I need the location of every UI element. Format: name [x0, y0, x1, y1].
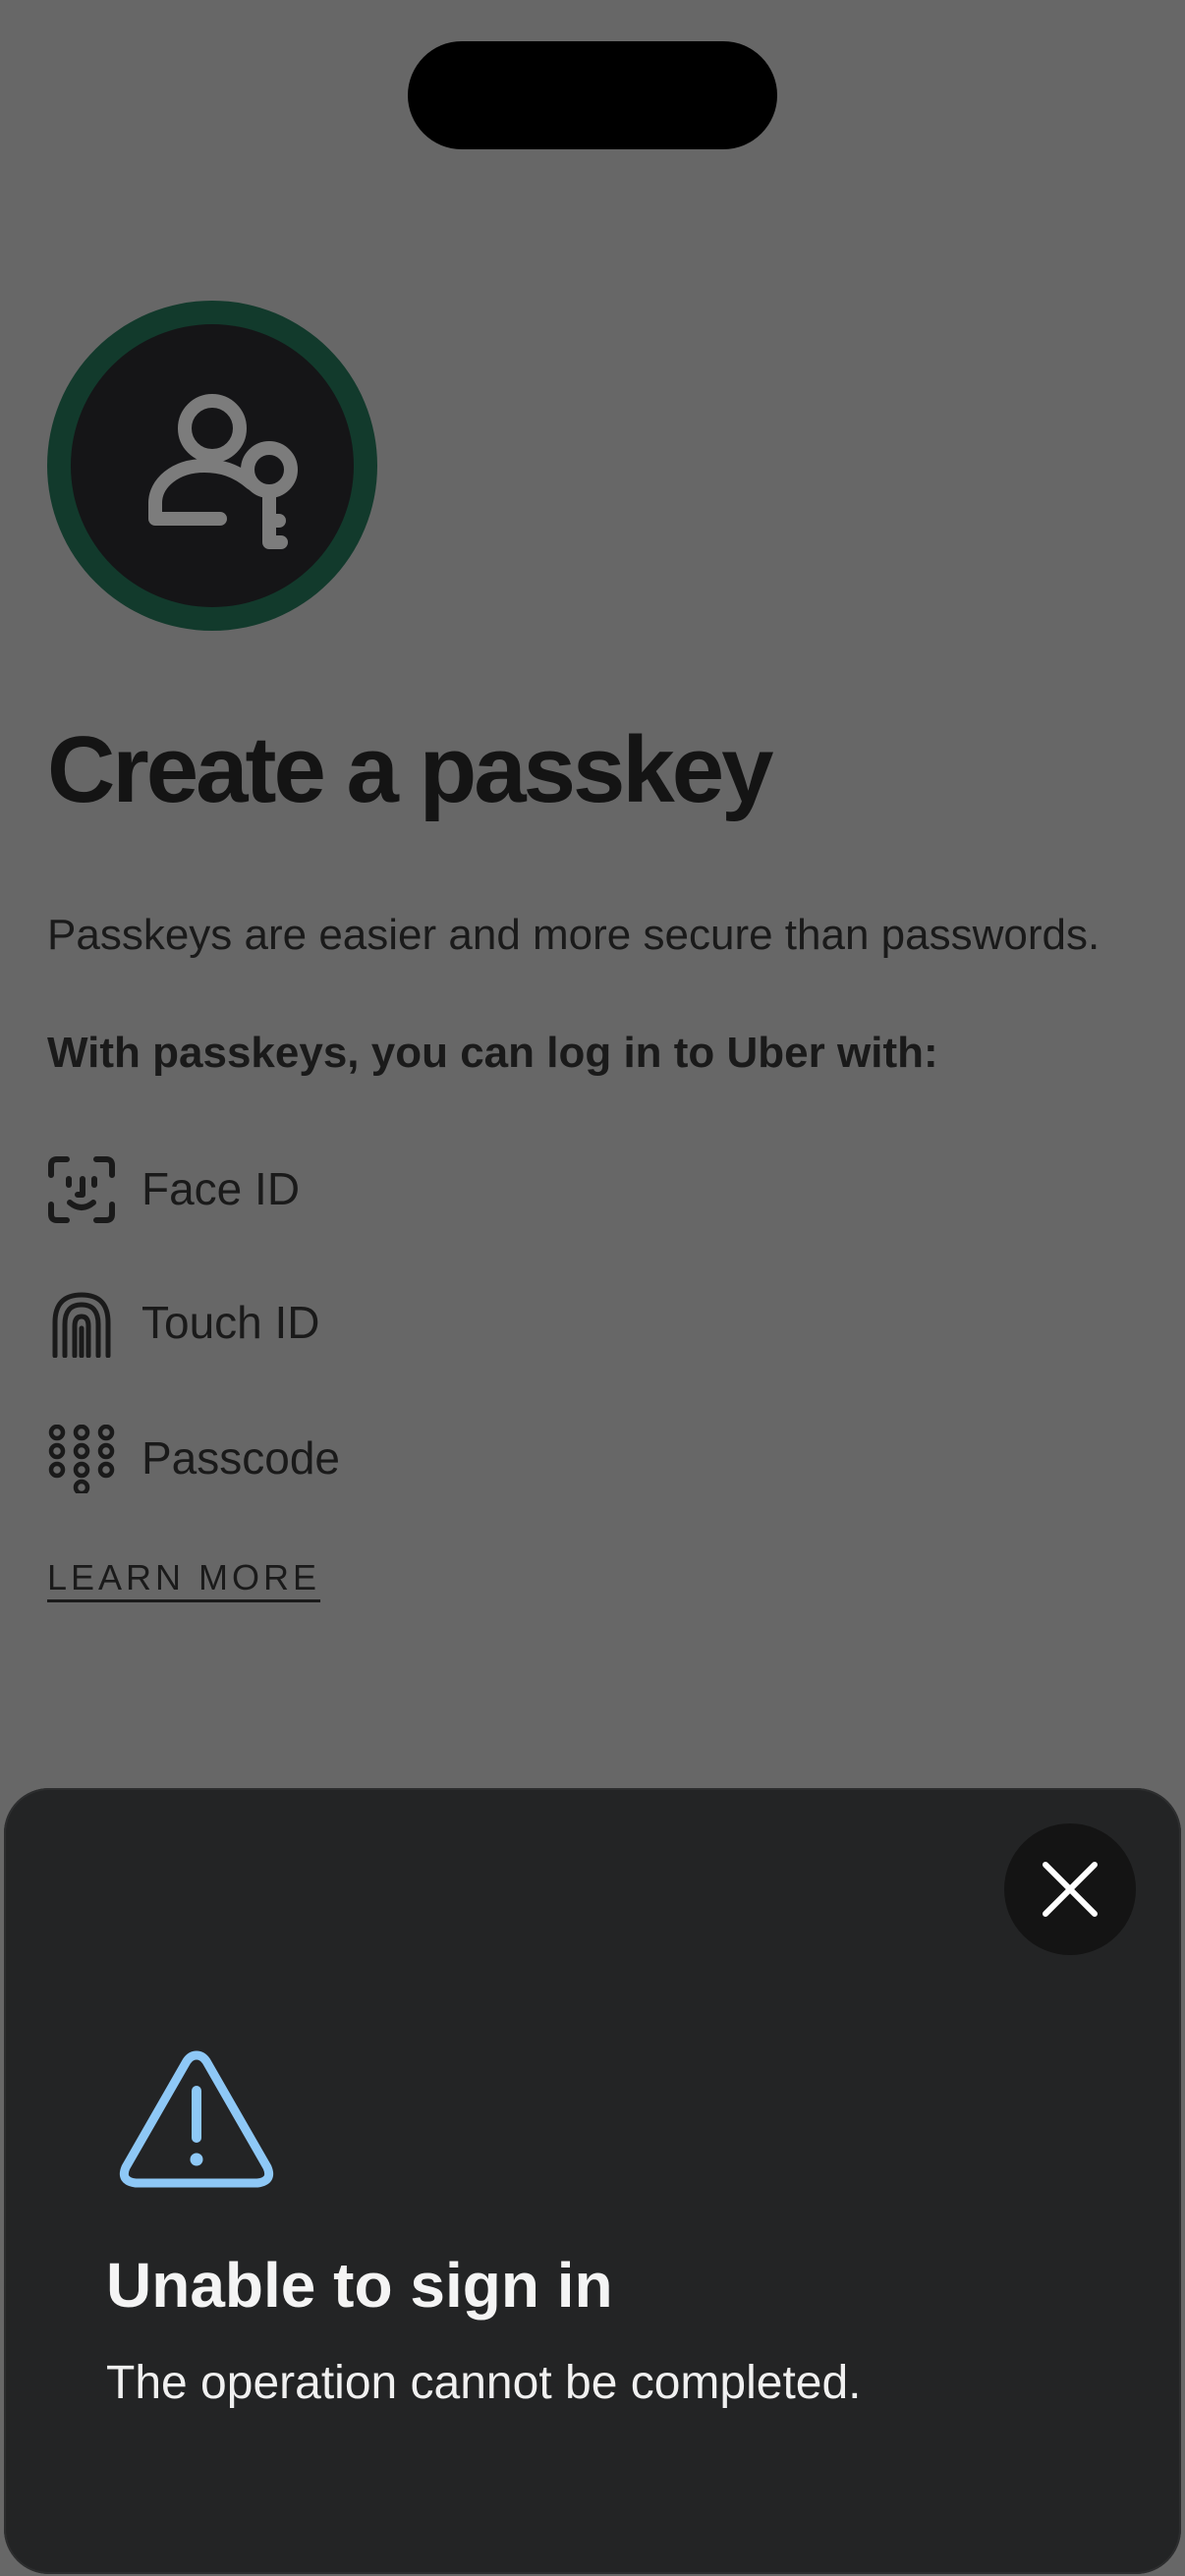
person-key-icon	[47, 301, 377, 631]
alert-title: Unable to sign in	[106, 2250, 613, 2321]
dynamic-island	[408, 41, 777, 149]
learn-more-link[interactable]: LEARN MORE	[47, 1550, 320, 1605]
method-label: Face ID	[141, 1163, 301, 1214]
alert-message: The operation cannot be completed.	[106, 2357, 862, 2409]
close-icon	[1043, 1862, 1098, 1917]
page-title: Create a passkey	[47, 717, 774, 822]
fingerprint-icon	[52, 1292, 111, 1358]
close-button[interactable]	[1004, 1823, 1136, 1955]
method-label: Touch ID	[141, 1297, 320, 1348]
method-passcode: Passcode	[47, 1419, 637, 1497]
face-id-icon	[48, 1156, 115, 1223]
warning-icon	[119, 2050, 274, 2188]
keypad-icon	[48, 1425, 115, 1493]
passkey-screen: Create a passkey Passkeys are easier and…	[0, 0, 1185, 2576]
method-touch-id: Touch ID	[47, 1283, 637, 1362]
method-label: Passcode	[141, 1432, 341, 1484]
methods-lead-text: With passkeys, you can log in to Uber wi…	[47, 1029, 938, 1077]
page-subtitle: Passkeys are easier and more secure than…	[47, 911, 1100, 959]
method-face-id: Face ID	[47, 1149, 637, 1228]
